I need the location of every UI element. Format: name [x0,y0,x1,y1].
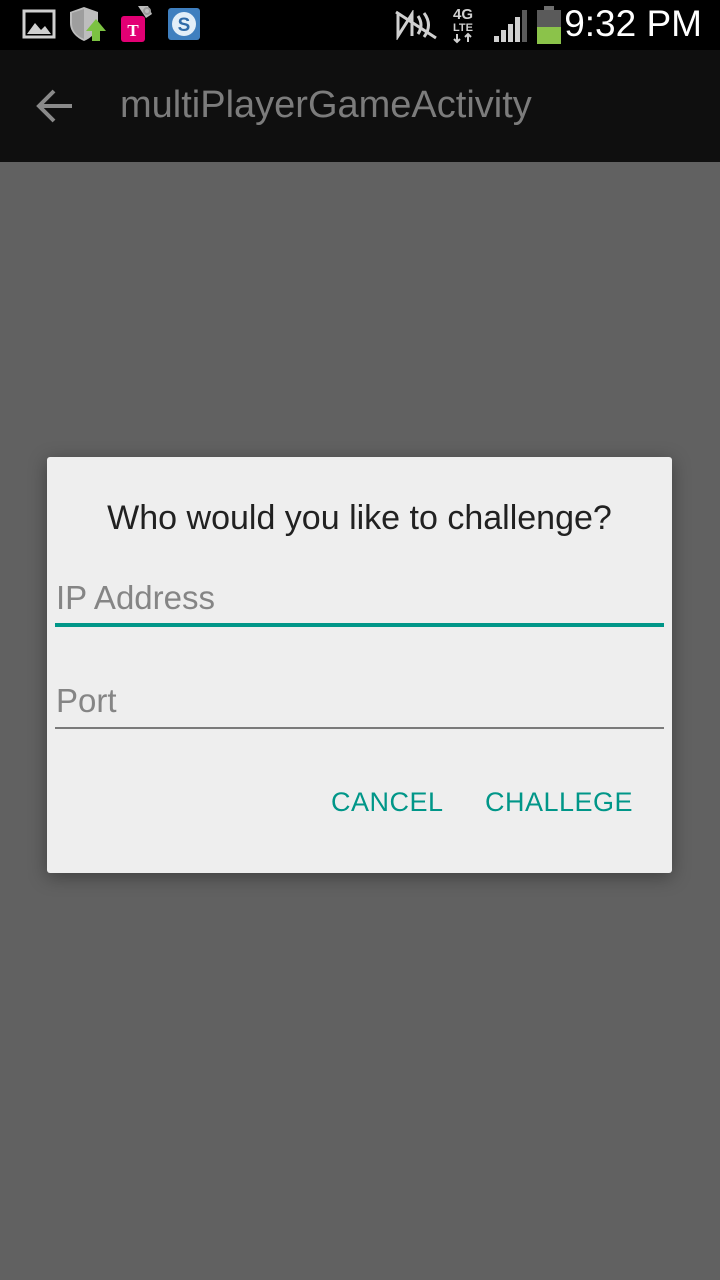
shield-update-icon [70,7,106,41]
dialog-title: Who would you like to challenge? [107,499,612,537]
page-title: multiPlayerGameActivity [120,84,532,126]
svg-text:T: T [127,21,139,40]
action-bar: multiPlayerGameActivity [0,50,720,162]
signal-icon [494,10,527,42]
ip-address-input[interactable] [55,573,664,627]
tmobile-icon: T [121,6,152,42]
port-input[interactable] [55,675,664,729]
s-app-icon: S [168,8,200,40]
cancel-button[interactable]: CANCEL [331,787,444,818]
nfc-icon [395,10,437,40]
screen: T S 4G LTE 9:32 PM multiPlayerGameActivi… [0,0,720,1280]
arrow-back-icon[interactable] [28,78,84,134]
status-bar: T S 4G LTE 9:32 PM [0,0,720,50]
challenge-dialog: Who would you like to challenge? CANCEL … [47,457,672,873]
challenge-button[interactable]: CHALLEGE [485,787,633,818]
battery-icon [537,6,561,44]
svg-text:LTE: LTE [453,22,473,34]
svg-text:4G: 4G [453,6,473,23]
image-icon [22,9,56,39]
status-time: 9:32 PM [564,3,702,44]
svg-text:S: S [178,15,191,36]
4g-lte-icon: 4G LTE [453,6,473,44]
